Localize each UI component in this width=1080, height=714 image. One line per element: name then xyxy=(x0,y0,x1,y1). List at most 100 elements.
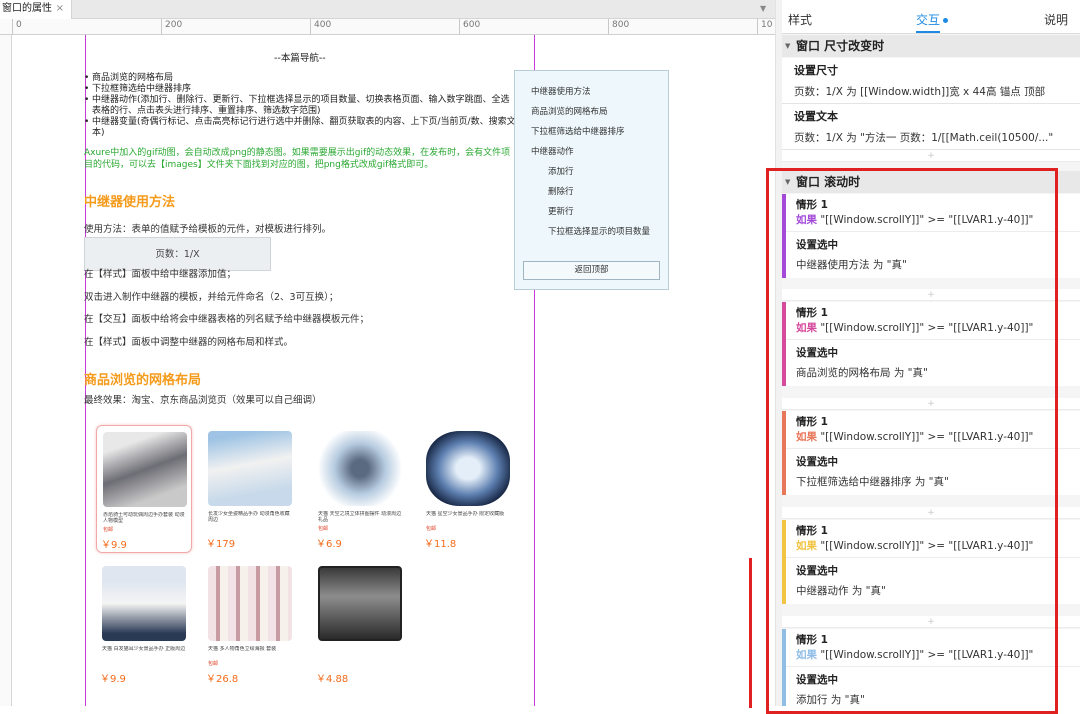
floatnav-subitem[interactable]: 删除行 xyxy=(548,185,574,197)
product-image xyxy=(208,431,292,506)
if-keyword: 如果 xyxy=(796,649,817,661)
product-tag: 包邮 xyxy=(426,526,437,532)
add-case-button[interactable]: + xyxy=(782,507,1080,519)
floatnav-item[interactable]: 中继器动作 xyxy=(531,145,574,157)
step-text: 双击进入制作中继器的模板，并给元件命名（2、3可互换）； xyxy=(84,292,339,303)
action-value: 页数：1/X 为 "方法一 页数：1/[[Math.ceil(10500/...… xyxy=(794,132,1054,144)
action-title: 设置选中 xyxy=(796,239,838,251)
ruler-tick: 600 xyxy=(459,19,480,34)
nav-title: --本篇导航-- xyxy=(274,53,326,64)
product-price: ￥4.88 xyxy=(316,674,349,685)
highlight-annotation-line xyxy=(749,558,752,708)
case-block[interactable]: 情形 1 如果 "[[Window.scrollY]]" >= "[[LVAR1… xyxy=(782,194,1080,278)
ruler-label: 200 xyxy=(165,20,183,30)
document-tab[interactable]: 窗口的属性 × xyxy=(0,0,72,19)
nav-item[interactable]: 商品浏览的网格布局 xyxy=(84,73,516,84)
product-image xyxy=(318,431,402,506)
product-card[interactable]: 天猫 多人物角色立绘海报 套装 包邮 ￥26.8 xyxy=(202,560,298,688)
back-to-top-button[interactable]: 返回顶部 xyxy=(523,261,660,280)
action-title: 设置选中 xyxy=(796,565,838,577)
action-row[interactable]: 设置尺寸 页数：1/X 为 [[Window.width]]宽 x 44高 锚点… xyxy=(782,58,1080,104)
design-canvas[interactable]: --本篇导航-- 商品浏览的网格布局 下拉框筛选给中继器排序 中继器动作(添加行… xyxy=(12,35,775,706)
document-tab-bar: 窗口的属性 × ▼ xyxy=(0,0,775,19)
ruler-tick: 800 xyxy=(608,19,629,34)
action-row[interactable]: 设置选中 中继器动作 为 "真" xyxy=(786,557,1080,604)
nav-item[interactable]: 下拉框筛选给中继器排序 xyxy=(84,84,516,95)
product-desc xyxy=(318,646,404,660)
event-header-resize[interactable]: ▼ 窗口 尺寸改变时 xyxy=(782,35,1080,57)
product-price: ￥6.9 xyxy=(316,539,342,550)
product-card[interactable]: 赤焰骑士可动玩偶周边手办套装 动漫人物模型 包邮 ￥9.9 xyxy=(96,425,192,553)
case-condition: 如果 "[[Window.scrollY]]" >= "[[LVAR1.y-40… xyxy=(796,538,1033,553)
case-block[interactable]: 情形 1 如果 "[[Window.scrollY]]" >= "[[LVAR1… xyxy=(782,629,1080,706)
canvas-scrollbar[interactable] xyxy=(775,0,782,706)
action-value: 商品浏览的网格布局 为 "真" xyxy=(796,367,928,379)
action-row[interactable]: 设置选中 下拉框筛选给中继器排序 为 "真" xyxy=(786,448,1080,495)
nav-item[interactable]: 中继器变量(奇偶行标记、点击高亮标记行进行选中并删除、翻页获取表的内容、上下页/… xyxy=(84,117,516,139)
action-value: 中继器使用方法 为 "真" xyxy=(796,259,907,271)
action-row[interactable]: 设置文本 页数：1/X 为 "方法一 页数：1/[[Math.ceil(1050… xyxy=(782,104,1080,150)
action-value: 页数：1/X 为 [[Window.width]]宽 x 44高 锚点 顶部 xyxy=(794,86,1046,98)
chevron-down-icon[interactable]: ▼ xyxy=(785,171,790,193)
action-title: 设置文本 xyxy=(794,110,838,123)
ruler-tick: 10 xyxy=(757,19,772,34)
action-row[interactable]: 设置选中 中继器使用方法 为 "真" xyxy=(786,231,1080,278)
step-text: 在【交互】面板中给将会中继器表格的列名赋予给中继器模板元件； xyxy=(84,314,370,325)
tab-interaction[interactable]: 交互 xyxy=(916,11,949,28)
case-name: 情形 1 xyxy=(796,199,828,211)
floatnav-item[interactable]: 中继器使用方法 xyxy=(531,85,591,97)
condition-text: "[[Window.scrollY]]" >= "[[LVAR1.y-40]]" xyxy=(820,431,1034,443)
close-icon[interactable]: × xyxy=(56,0,64,18)
add-action-button[interactable]: + xyxy=(782,150,1080,162)
step-text: 在【样式】面板中调整中继器的网格布局和样式。 xyxy=(84,337,294,348)
floatnav-item[interactable]: 下拉框筛选给中继器排序 xyxy=(531,125,625,137)
ruler-label: 10 xyxy=(761,20,773,30)
action-value: 添加行 为 "真" xyxy=(796,694,865,706)
floatnav-subitem[interactable]: 添加行 xyxy=(548,165,574,177)
tab-style[interactable]: 样式 xyxy=(788,11,812,28)
horizontal-ruler: 0 200 400 600 800 10 xyxy=(0,19,775,35)
nav-item[interactable]: 中继器动作(添加行、删除行、更新行、下拉框选择显示的项目数量、切换表格页面、输入… xyxy=(84,95,516,117)
chevron-down-icon[interactable]: ▼ xyxy=(785,35,790,57)
case-block[interactable]: 情形 1 如果 "[[Window.scrollY]]" >= "[[LVAR1… xyxy=(782,302,1080,386)
product-card[interactable]: 天猫 白发猫耳少女景品手办 正版周边 ￥9.9 xyxy=(96,560,192,688)
product-card[interactable]: ￥4.88 xyxy=(312,560,408,688)
properties-panel: 样式 交互 说明 ▼ 窗口 尺寸改变时 设置尺寸 页数：1/X 为 [[Wind… xyxy=(782,0,1080,706)
event-header-scroll[interactable]: ▼ 窗口 滚动时 xyxy=(782,171,1080,193)
condition-text: "[[Window.scrollY]]" >= "[[LVAR1.y-40]]" xyxy=(820,540,1034,552)
case-condition: 如果 "[[Window.scrollY]]" >= "[[LVAR1.y-40… xyxy=(796,429,1033,444)
case-name: 情形 1 xyxy=(796,525,828,537)
condition-text: "[[Window.scrollY]]" >= "[[LVAR1.y-40]]" xyxy=(820,214,1034,226)
gif-tip-note: Axure中加入的gif动图，会自动改成png的静态图。如果需要展示出gif的动… xyxy=(84,148,511,170)
ruler-tick: 400 xyxy=(310,19,331,34)
active-tab-indicator xyxy=(916,31,940,33)
floatnav-subitem[interactable]: 更新行 xyxy=(548,205,574,217)
product-price: ￥11.8 xyxy=(424,539,457,550)
product-image xyxy=(208,566,292,641)
action-title: 设置选中 xyxy=(796,456,838,468)
add-case-button[interactable]: + xyxy=(782,616,1080,628)
case-block[interactable]: 情形 1 如果 "[[Window.scrollY]]" >= "[[LVAR1… xyxy=(782,411,1080,495)
chevron-down-icon[interactable]: ▼ xyxy=(760,4,766,13)
product-tag: 包邮 xyxy=(103,527,114,533)
tab-notes[interactable]: 说明 xyxy=(1044,11,1068,28)
floatnav-item[interactable]: 商品浏览的网格布局 xyxy=(531,105,608,117)
product-card[interactable]: 天猫 星空少女景品手办 限定收藏版 包邮 ￥11.8 xyxy=(420,425,516,553)
add-case-button[interactable]: + xyxy=(782,398,1080,410)
product-card[interactable]: 天猫 天空之境立体拼图摆件 动漫周边礼品 包邮 ￥6.9 xyxy=(312,425,408,553)
product-card[interactable]: 长发少女坐姿精品手办 动漫角色收藏周边 ￥179 xyxy=(202,425,298,553)
product-image xyxy=(318,566,402,641)
add-case-button[interactable]: + xyxy=(782,289,1080,301)
ruler-label: 800 xyxy=(612,20,630,30)
action-row[interactable]: 设置选中 商品浏览的网格布局 为 "真" xyxy=(786,339,1080,386)
panel-tabs: 样式 交互 说明 xyxy=(782,0,1080,34)
case-block[interactable]: 情形 1 如果 "[[Window.scrollY]]" >= "[[LVAR1… xyxy=(782,520,1080,604)
floatnav-subitem[interactable]: 下拉框选择显示的项目数量 xyxy=(548,225,650,237)
product-desc: 天猫 多人物角色立绘海报 套装 xyxy=(208,646,277,652)
condition-text: "[[Window.scrollY]]" >= "[[LVAR1.y-40]]" xyxy=(820,322,1034,334)
action-title: 设置选中 xyxy=(796,674,838,686)
product-price: ￥179 xyxy=(206,539,236,550)
product-desc: 天猫 天空之境立体拼图摆件 动漫周边礼品 xyxy=(318,511,402,523)
ruler-label: 0 xyxy=(16,20,22,30)
action-value: 中继器动作 为 "真" xyxy=(796,585,886,597)
